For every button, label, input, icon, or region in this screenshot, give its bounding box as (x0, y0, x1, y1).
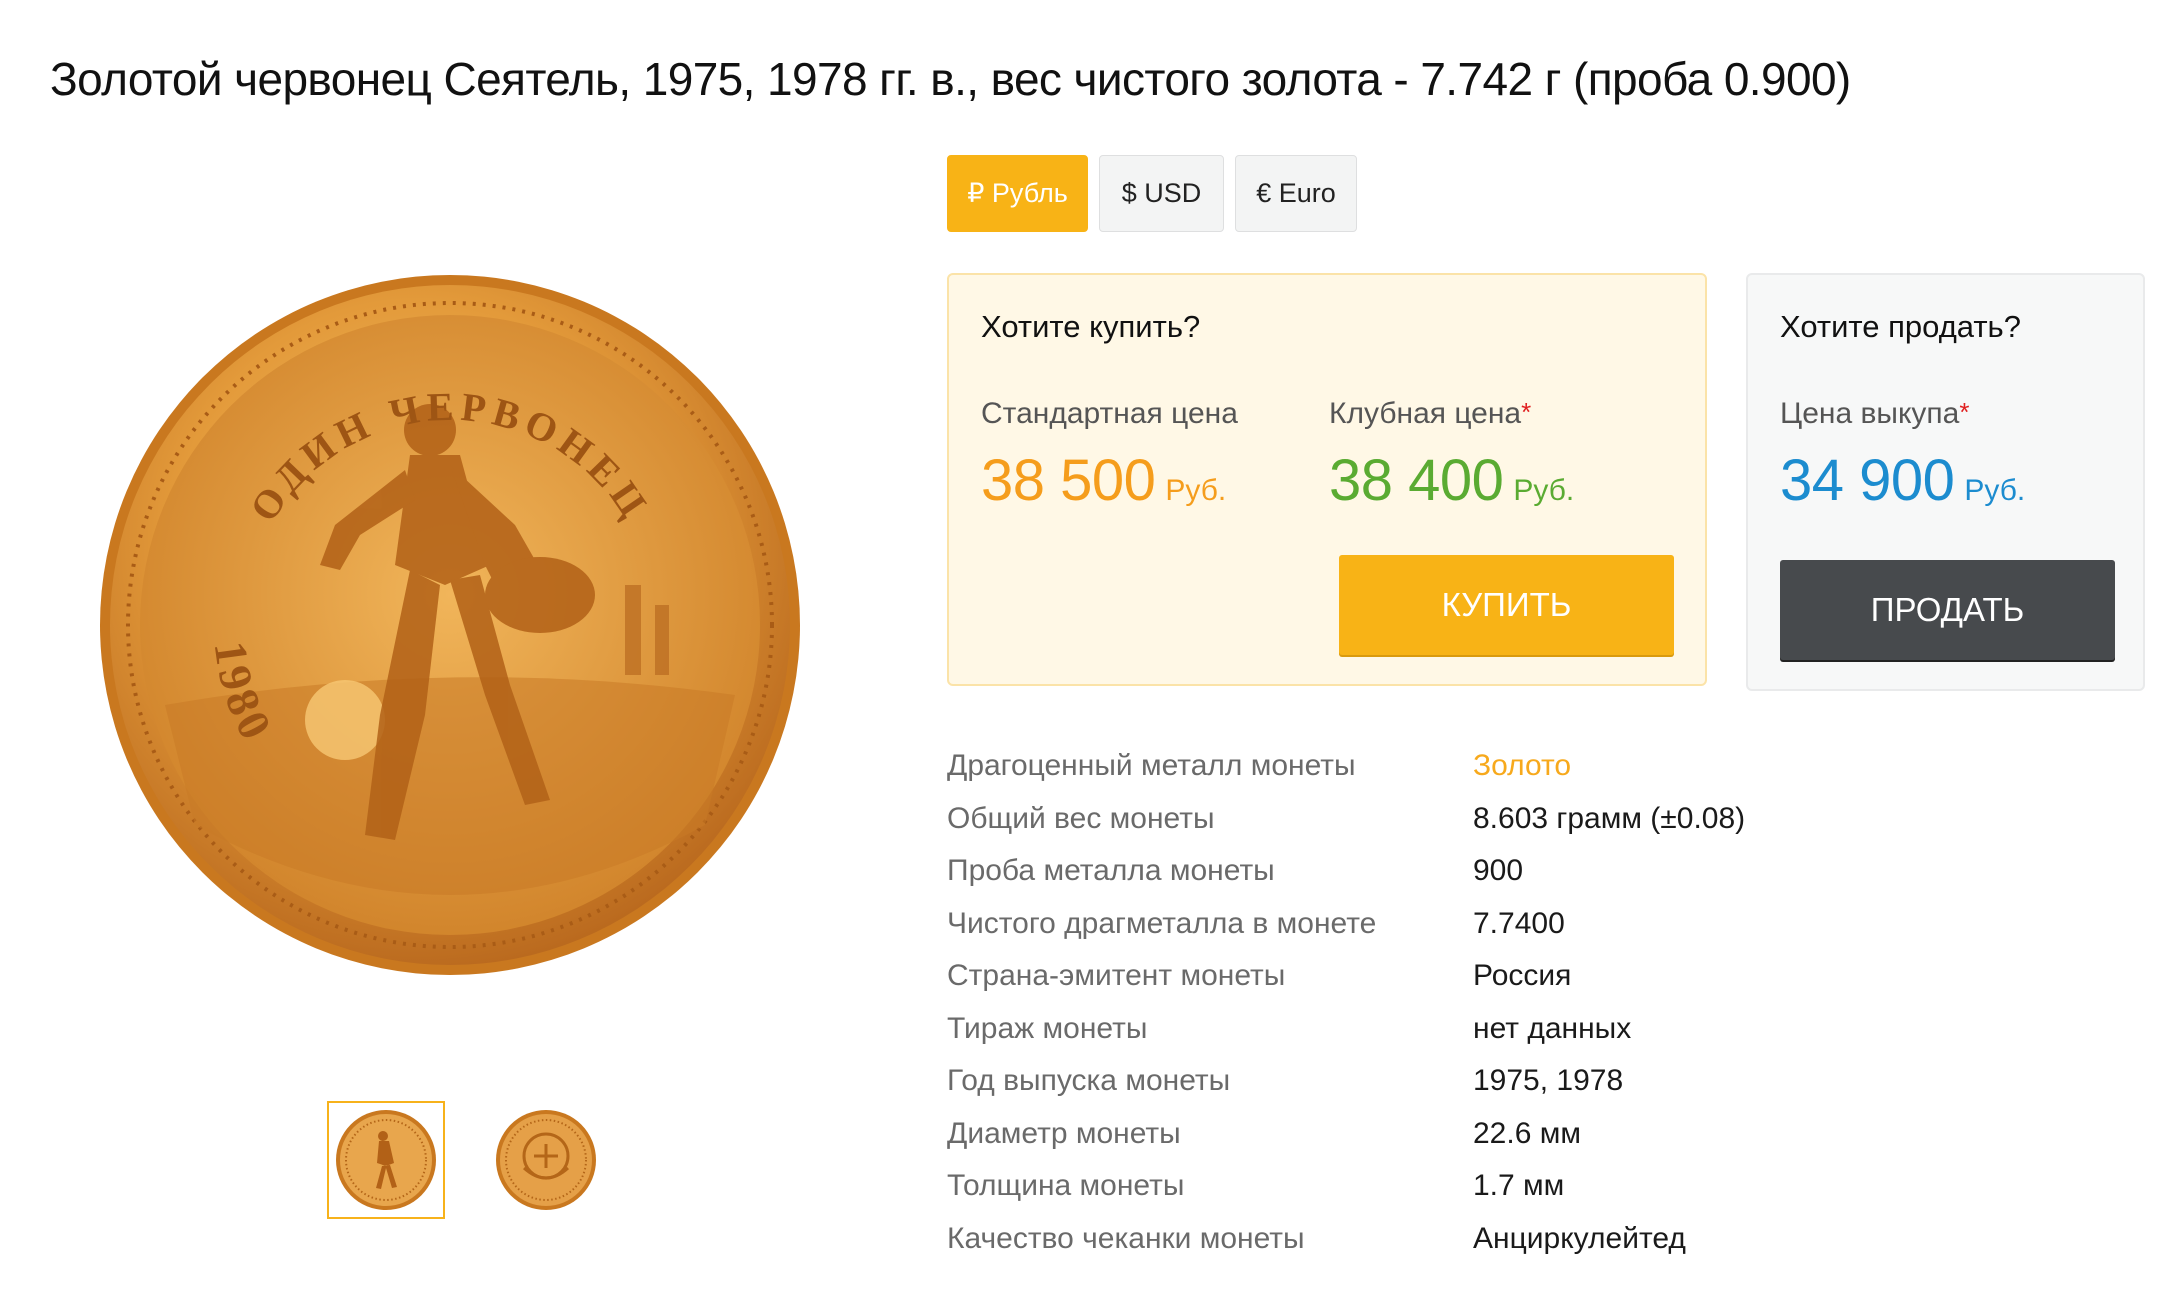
spec-row: Драгоценный металл монеты Золото (947, 740, 1947, 793)
standard-price-label: Стандартная цена (981, 397, 1238, 431)
spec-label: Диаметр монеты (947, 1116, 1181, 1150)
spec-label: Толщина монеты (947, 1169, 1185, 1203)
spec-row: Проба металла монеты 900 (947, 845, 1947, 898)
spec-row: Качество чеканки монеты Анциркулейтед (947, 1213, 1947, 1266)
required-star: * (1959, 397, 1970, 427)
currency-euro-button[interactable]: € Euro (1235, 155, 1357, 232)
coin-main-image[interactable]: ОДИН ЧЕРВОНЕЦ 1980 (95, 265, 805, 985)
standard-price-label-text: Стандартная цена (981, 397, 1238, 430)
buy-heading: Хотите купить? (981, 309, 1201, 344)
spec-value: Россия (1473, 959, 1572, 993)
club-price-unit: Руб. (1513, 474, 1575, 507)
spec-value: нет данных (1473, 1011, 1632, 1045)
coin-obverse-thumb-icon (336, 1110, 436, 1210)
buy-panel: Хотите купить? Стандартная цена 38 500 Ру… (947, 273, 1707, 686)
specs-table: Драгоценный металл монеты Золото Общий в… (947, 740, 1947, 1265)
spec-label: Общий вес монеты (947, 801, 1215, 835)
club-price-value: 38 400 (1329, 448, 1504, 513)
sell-button[interactable]: ПРОДАТЬ (1780, 560, 2115, 660)
spec-row: Диаметр монеты 22.6 мм (947, 1108, 1947, 1161)
buy-button[interactable]: КУПИТЬ (1339, 555, 1674, 655)
spec-label: Драгоценный металл монеты (947, 749, 1356, 783)
club-price-label-text: Клубная цена (1329, 397, 1522, 430)
spec-label: Качество чеканки монеты (947, 1221, 1305, 1255)
thumbnail-obverse[interactable] (327, 1101, 445, 1219)
buyback-price: 34 900 Руб. (1780, 447, 2025, 514)
product-page: Золотой червонец Сеятель, 1975, 1978 гг.… (0, 0, 2180, 1310)
standard-price: 38 500 Руб. (981, 447, 1226, 514)
buyback-price-unit: Руб. (1964, 474, 2026, 507)
spec-row: Чистого драгметалла в монете 7.7400 (947, 898, 1947, 951)
spec-label: Год выпуска монеты (947, 1064, 1231, 1098)
required-star: * (1521, 397, 1532, 427)
currency-rub-button[interactable]: ₽ Рубль (947, 155, 1088, 232)
spec-label: Страна-эмитент монеты (947, 959, 1286, 993)
sell-heading: Хотите продать? (1780, 309, 2021, 344)
spec-label: Чистого драгметалла в монете (947, 906, 1377, 940)
spec-value: 8.603 грамм (±0.08) (1473, 801, 1746, 835)
spec-row: Тираж монеты нет данных (947, 1003, 1947, 1056)
spec-row: Год выпуска монеты 1975, 1978 (947, 1055, 1947, 1108)
spec-value: 22.6 мм (1473, 1116, 1581, 1150)
buyback-price-label-text: Цена выкупа (1780, 397, 1960, 430)
coin-obverse-icon: ОДИН ЧЕРВОНЕЦ 1980 (100, 275, 800, 975)
spec-row: Страна-эмитент монеты Россия (947, 950, 1947, 1003)
spec-row: Общий вес монеты 8.603 грамм (±0.08) (947, 793, 1947, 846)
standard-price-unit: Руб. (1165, 474, 1227, 507)
spec-value: 900 (1473, 854, 1524, 888)
spec-row: Толщина монеты 1.7 мм (947, 1160, 1947, 1213)
club-price-label: Клубная цена* (1329, 397, 1531, 431)
spec-label: Проба металла монеты (947, 854, 1275, 888)
spec-value-metal[interactable]: Золото (1473, 749, 1571, 783)
coin-reverse-thumb-icon (496, 1110, 596, 1210)
spec-value: 1.7 мм (1473, 1169, 1565, 1203)
page-title: Золотой червонец Сеятель, 1975, 1978 гг.… (50, 53, 1851, 105)
currency-usd-button[interactable]: $ USD (1099, 155, 1224, 232)
buyback-price-value: 34 900 (1780, 448, 1955, 513)
spec-value: 7.7400 (1473, 906, 1565, 940)
sell-panel: Хотите продать? Цена выкупа* 34 900 Руб. … (1746, 273, 2145, 691)
spec-label: Тираж монеты (947, 1011, 1148, 1045)
standard-price-value: 38 500 (981, 448, 1156, 513)
spec-value: 1975, 1978 (1473, 1064, 1624, 1098)
club-price: 38 400 Руб. (1329, 447, 1574, 514)
thumbnail-reverse[interactable] (487, 1101, 605, 1219)
buyback-price-label: Цена выкупа* (1780, 397, 1969, 431)
spec-value: Анциркулейтед (1473, 1221, 1686, 1255)
